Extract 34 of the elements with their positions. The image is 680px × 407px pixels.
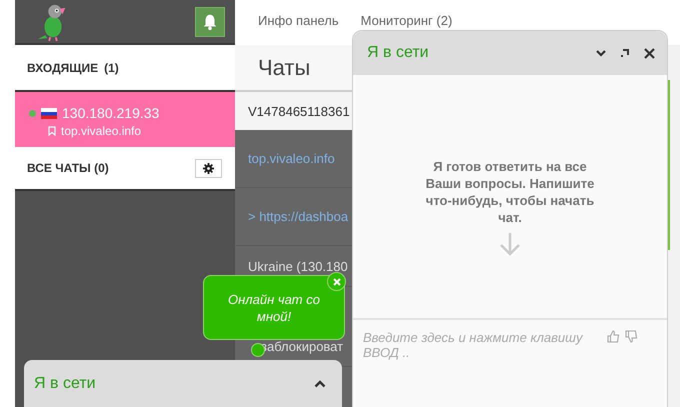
visitor-link[interactable]: top.vivaleo.info <box>248 151 335 166</box>
chat-item[interactable]: 130.180.219.33 top.vivaleo.info <box>15 92 235 147</box>
all-chats-label: ВСЕ ЧАТЫ (0) <box>27 161 109 175</box>
incoming-count: (1) <box>104 60 119 74</box>
chat-bar[interactable]: Я в сети <box>24 360 342 407</box>
bell-icon <box>201 12 219 30</box>
chat-invite-bubble[interactable]: Онлайн чат со мной! <box>203 275 345 340</box>
nav-tab[interactable]: Инфо панель <box>258 13 339 28</box>
close-icon[interactable] <box>644 48 655 58</box>
welcome-message: Я готов ответить на все Ваши вопросы. Напишите что-нибудь, чтобы начать чат. <box>424 158 596 226</box>
visitor-site: top.vivaleo.info <box>61 124 142 138</box>
settings-button[interactable] <box>195 158 222 178</box>
close-icon <box>332 278 340 286</box>
block-link[interactable]: заблокироват <box>261 339 344 354</box>
chat-window-title: Я в сети <box>367 44 430 62</box>
bubble-text: Онлайн чат со мной! <box>227 290 321 324</box>
thumbs-up-icon[interactable] <box>607 330 620 343</box>
chat-bar-title: Я в сети <box>34 374 96 392</box>
popout-icon[interactable] <box>620 48 630 58</box>
nav-tab[interactable]: Мониторинг (2) <box>360 13 452 28</box>
visitor-link[interactable]: > https://dashboa <box>248 209 348 224</box>
visitor-location: Ukraine (130.180 <box>248 258 348 274</box>
thumbs-down-icon[interactable] <box>625 330 638 343</box>
chevron-down-icon[interactable] <box>596 49 606 57</box>
settings-icon <box>203 162 214 174</box>
visitor-id: V1478465118361 <box>248 104 350 118</box>
incoming-label: ВХОДЯЩИЕ <box>27 60 98 74</box>
arrow-down-icon <box>499 232 521 256</box>
bookmark-icon <box>48 126 56 136</box>
page-title: Чаты <box>258 54 310 80</box>
chevron-up-icon[interactable] <box>314 380 326 388</box>
visitor-ip: 130.180.219.33 <box>62 105 160 121</box>
notifications-button[interactable] <box>195 6 225 36</box>
flag-icon <box>41 108 57 118</box>
